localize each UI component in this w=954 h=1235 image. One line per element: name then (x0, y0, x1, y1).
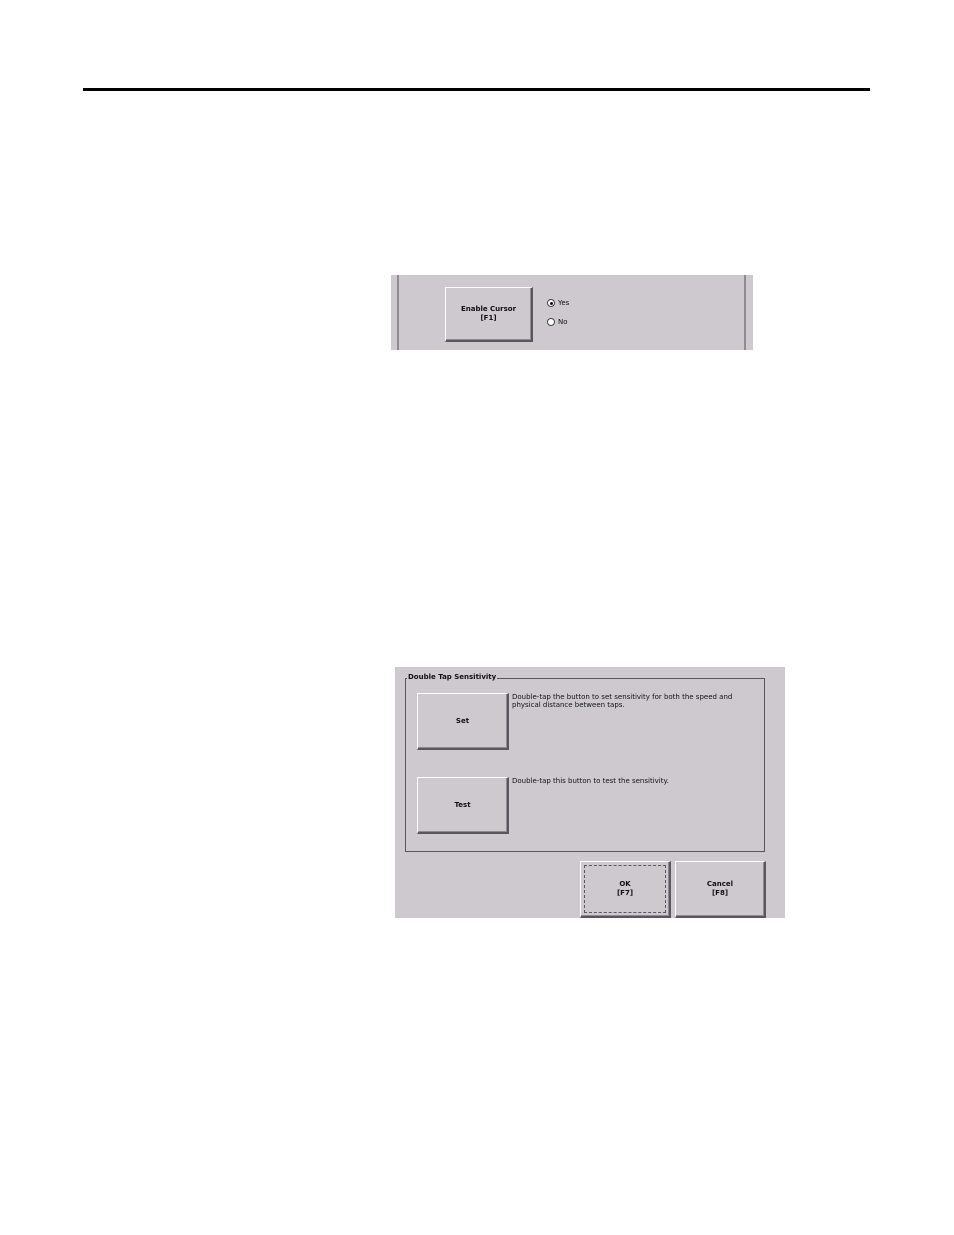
focus-rectangle (584, 865, 666, 913)
radio-no[interactable]: No (547, 318, 568, 326)
enable-cursor-key: [F1] (480, 314, 497, 322)
cancel-button[interactable]: Cancel [F8] (675, 861, 766, 918)
test-description: Double-tap this button to test the sensi… (512, 777, 669, 785)
cursor-settings-panel: Enable Cursor [F1] Yes No (391, 275, 753, 350)
set-button-label: Set (455, 716, 470, 725)
ok-button[interactable]: OK [F7] (580, 861, 671, 918)
enable-cursor-button[interactable]: Enable Cursor [F1] (445, 287, 533, 342)
set-description: Double-tap the button to set sensitivity… (512, 693, 733, 709)
double-tap-dialog: Double Tap Sensitivity Set Double-tap th… (395, 667, 785, 918)
set-button[interactable]: Set (417, 693, 509, 750)
radio-unselected-icon (547, 318, 555, 326)
enable-cursor-label: Enable Cursor (460, 305, 517, 313)
test-button-label: Test (454, 800, 471, 809)
radio-yes-label: Yes (558, 299, 570, 307)
cancel-label: Cancel (706, 880, 734, 888)
header-rule (83, 88, 870, 91)
group-title: Double Tap Sensitivity (407, 673, 498, 682)
radio-no-label: No (558, 318, 568, 326)
test-button[interactable]: Test (417, 777, 509, 834)
radio-yes[interactable]: Yes (547, 299, 569, 307)
panel-divider-left (397, 275, 399, 350)
cancel-key: [F8] (711, 889, 729, 897)
radio-selected-icon (547, 299, 555, 307)
panel-divider-right (744, 275, 746, 350)
